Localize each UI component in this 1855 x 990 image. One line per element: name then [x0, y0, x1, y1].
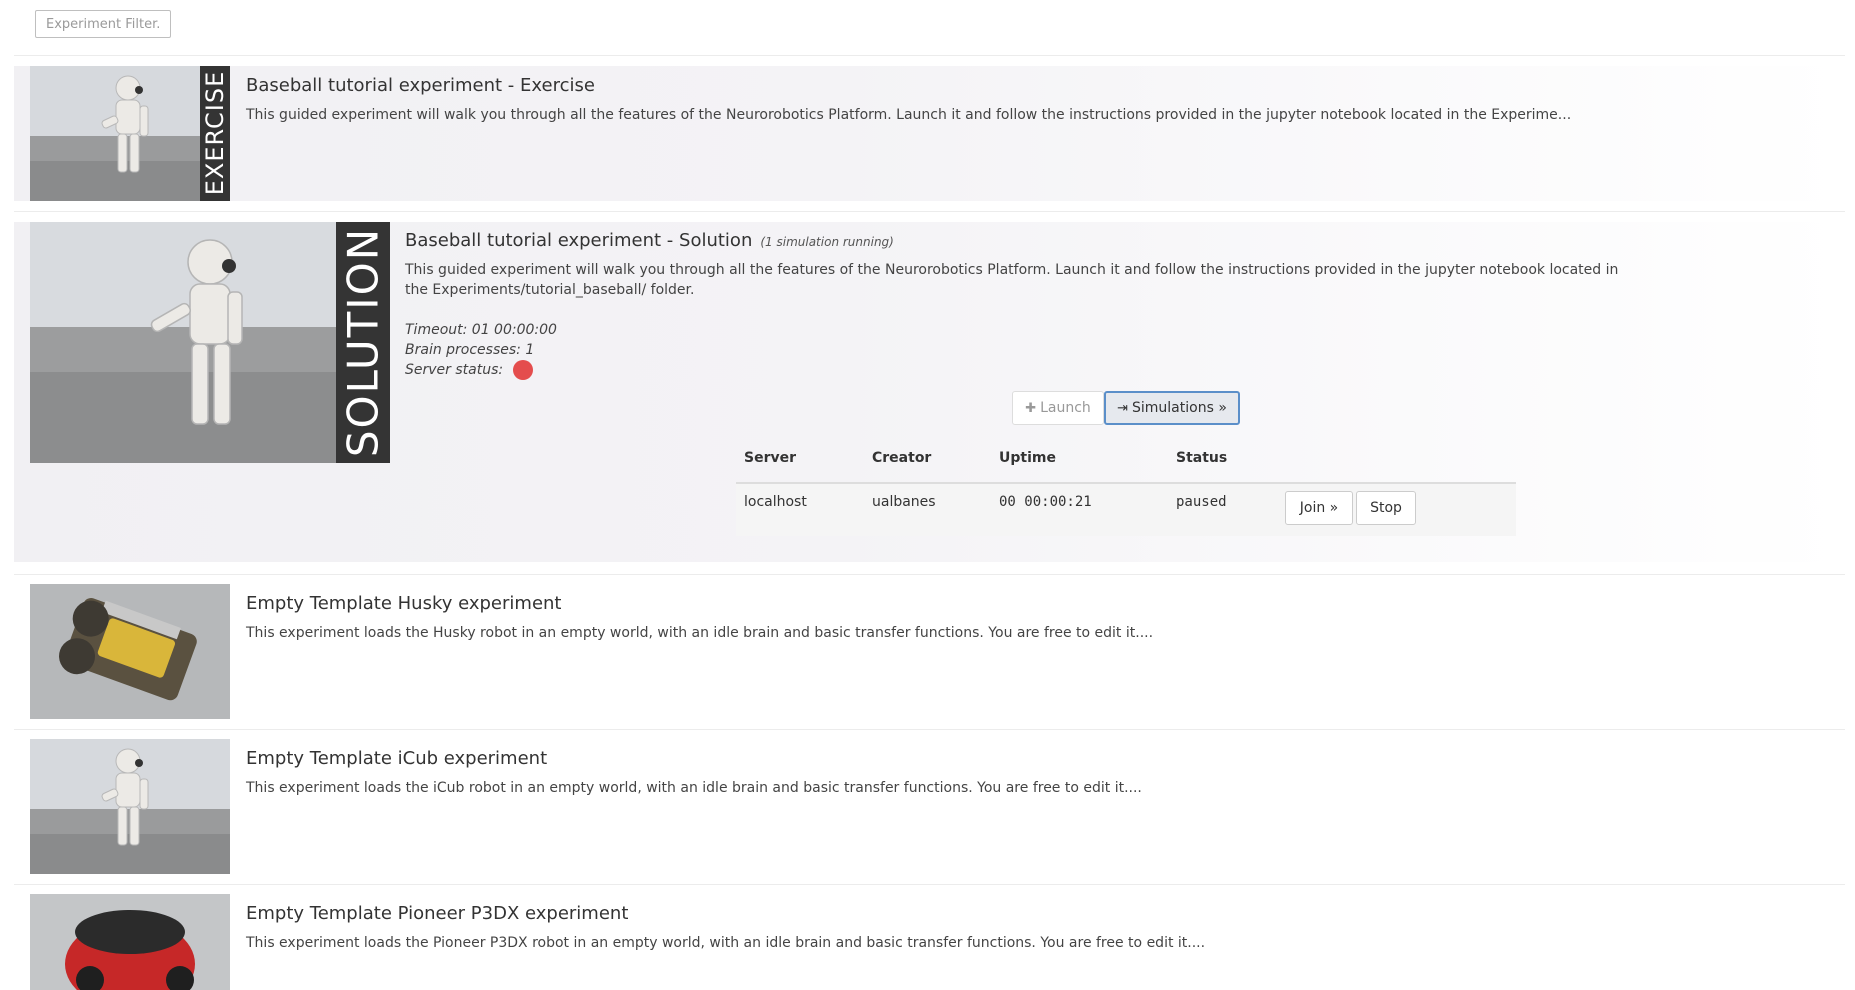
experiment-description: This guided experiment will walk you thr…: [405, 262, 1619, 298]
timeout-label: Timeout: 01 00:00:00: [405, 322, 557, 338]
experiment-title-text: Baseball tutorial experiment - Solution: [405, 230, 753, 251]
column-header-creator: Creator: [872, 450, 932, 466]
experiment-description: This experiment loads the Husky robot in…: [246, 625, 1154, 641]
launch-button[interactable]: ✚ Launch: [1012, 391, 1104, 425]
column-header-status: Status: [1176, 450, 1228, 466]
simulations-label: Simulations »: [1132, 400, 1227, 416]
join-button[interactable]: Join »: [1285, 491, 1353, 525]
column-header-uptime: Uptime: [999, 450, 1056, 466]
divider: [14, 211, 1845, 212]
server-status-indicator: [513, 360, 534, 380]
column-header-server: Server: [744, 450, 797, 466]
experiment-thumbnail-pioneer[interactable]: [30, 894, 230, 990]
solution-banner-label: SOLUTION: [338, 226, 388, 458]
simulations-button[interactable]: ⇥ Simulations »: [1104, 391, 1240, 425]
experiment-title[interactable]: Baseball tutorial experiment - Solution (…: [405, 230, 894, 251]
experiment-title[interactable]: Empty Template Pioneer P3DX experiment: [246, 903, 628, 924]
experiment-title[interactable]: Baseball tutorial experiment - Exercise: [246, 75, 595, 96]
solution-banner: SOLUTION: [336, 222, 390, 463]
exercise-banner: EXERCISE: [200, 66, 230, 201]
sign-in-icon: ⇥: [1117, 400, 1128, 416]
experiment-thumbnail-husky[interactable]: [30, 584, 230, 719]
experiment-thumbnail-icub[interactable]: [30, 739, 230, 874]
exercise-banner-label: EXERCISE: [201, 70, 229, 196]
plus-icon: ✚: [1025, 400, 1037, 416]
divider: [14, 55, 1845, 56]
brain-processes-label: Brain processes: 1: [405, 342, 535, 358]
experiment-description: This guided experiment will walk you thr…: [246, 107, 1572, 123]
experiment-title[interactable]: Empty Template Husky experiment: [246, 593, 561, 614]
divider: [14, 884, 1845, 885]
cell-server: localhost: [744, 494, 807, 510]
experiment-filter-input[interactable]: [35, 10, 171, 38]
launch-label: Launch: [1040, 400, 1091, 416]
experiment-description: This experiment loads the Pioneer P3DX r…: [246, 935, 1206, 951]
experiment-thumbnail-icub[interactable]: [30, 222, 338, 463]
divider: [14, 574, 1845, 575]
cell-creator: ualbanes: [872, 494, 936, 510]
stop-button[interactable]: Stop: [1356, 491, 1416, 525]
experiment-description: This experiment loads the iCub robot in …: [246, 780, 1142, 796]
running-simulations-count: (1 simulation running): [760, 235, 894, 249]
server-status: Server status:: [405, 360, 534, 380]
cell-uptime: 00 00:00:21: [999, 494, 1092, 510]
server-status-label: Server status:: [405, 362, 504, 378]
divider: [14, 729, 1845, 730]
cell-status: paused: [1176, 494, 1227, 510]
experiment-title[interactable]: Empty Template iCub experiment: [246, 748, 547, 769]
